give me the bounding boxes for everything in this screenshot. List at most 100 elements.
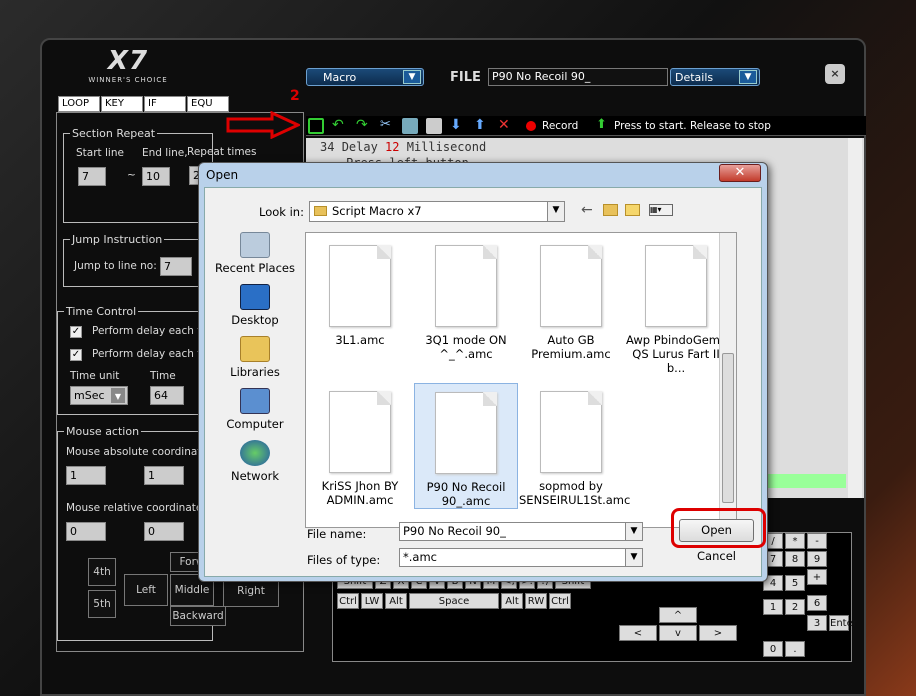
- key-ctrl[interactable]: Ctrl: [549, 593, 571, 609]
- numpad-key[interactable]: 3: [807, 615, 827, 631]
- tab-equ[interactable]: EQU: [187, 96, 229, 112]
- file-item-selected[interactable]: P90 No Recoil 90_.amc: [414, 383, 518, 509]
- chevron-down-icon: ▼: [403, 70, 421, 84]
- tab-if[interactable]: IF: [144, 96, 186, 112]
- document-icon: [435, 392, 497, 474]
- chevron-down-icon: ▼: [739, 70, 757, 84]
- back-icon[interactable]: ←: [581, 202, 593, 218]
- time-unit-select[interactable]: mSec ▼: [70, 386, 128, 405]
- jump-to-line-label: Jump to line no:: [74, 260, 157, 272]
- red-arrow-annotation: [226, 111, 300, 139]
- start-line-input[interactable]: 7: [78, 167, 106, 186]
- file-item-label: 3Q1 mode ON ^_^.amc: [425, 333, 507, 361]
- undo-icon[interactable]: ↶: [332, 118, 348, 134]
- arrow-key[interactable]: ^: [659, 607, 697, 623]
- place-desktop[interactable]: Desktop: [209, 284, 301, 327]
- details-combo[interactable]: Details ▼: [670, 68, 760, 86]
- numpad-key[interactable]: 6: [807, 595, 827, 611]
- place-libraries[interactable]: Libraries: [209, 336, 301, 379]
- mouse-backward-button[interactable]: Backward: [170, 606, 226, 626]
- numpad-key[interactable]: -: [807, 533, 827, 549]
- logo-sub: WINNER'S CHOICE: [88, 76, 168, 84]
- numpad-key[interactable]: 2: [785, 599, 805, 615]
- arrow-key[interactable]: <: [619, 625, 657, 641]
- mouse-4th-button[interactable]: 4th: [88, 558, 116, 586]
- cancel-button[interactable]: Cancel: [679, 545, 754, 568]
- numpad-key[interactable]: 5: [785, 575, 805, 591]
- folder-icon: [314, 206, 327, 216]
- file-item[interactable]: Auto GB Premium.amc: [519, 237, 623, 363]
- place-recent-places[interactable]: Recent Places: [209, 232, 301, 275]
- perform-delay-checkbox-2[interactable]: ✓: [70, 349, 82, 361]
- rel-y-input[interactable]: 0: [144, 522, 184, 541]
- perform-delay-checkbox-1[interactable]: ✓: [70, 326, 82, 338]
- jump-to-line-input[interactable]: 7: [160, 257, 192, 276]
- record-label[interactable]: Record: [542, 120, 578, 132]
- numpad-key[interactable]: 9: [807, 551, 827, 567]
- place-computer[interactable]: Computer: [209, 388, 301, 431]
- numpad-key[interactable]: 0: [763, 641, 783, 657]
- file-item[interactable]: sopmod by SENSEIRUL1St.amc: [519, 383, 630, 509]
- mode-combo[interactable]: Macro ▼: [306, 68, 424, 86]
- file-item[interactable]: 3Q1 mode ON ^_^.amc: [414, 237, 518, 363]
- tab-bar: LOOP KEY IF EQU: [58, 96, 230, 112]
- place-label: Network: [230, 469, 280, 483]
- numpad-key[interactable]: 1: [763, 599, 783, 615]
- macro-toolbar: ↶ ↷ ✂ ⬇ ⬆ ✕ Record ⬆ Press to start. Rel…: [306, 116, 866, 136]
- arrow-key[interactable]: >: [699, 625, 737, 641]
- file-item[interactable]: KriSS Jhon BY ADMIN.amc: [308, 383, 412, 509]
- file-item-label: Auto GB Premium.amc: [531, 333, 611, 361]
- abs-x-input[interactable]: 1: [66, 466, 106, 485]
- copy-icon[interactable]: [402, 118, 418, 134]
- key-alt[interactable]: Alt: [385, 593, 407, 609]
- time-unit-value: mSec: [74, 389, 105, 402]
- look-in-value: Script Macro x7: [332, 204, 422, 218]
- cut-icon[interactable]: ✂: [380, 118, 396, 134]
- key-rw[interactable]: RW: [525, 593, 547, 609]
- file-name-input[interactable]: P90 No Recoil 90_ ▼: [399, 522, 643, 541]
- up-folder-icon[interactable]: [603, 204, 618, 216]
- arrow-key[interactable]: v: [659, 625, 697, 641]
- tab-loop[interactable]: LOOP: [58, 96, 100, 112]
- time-input[interactable]: 64: [150, 386, 184, 405]
- mouse-5th-button[interactable]: 5th: [88, 590, 116, 618]
- file-item[interactable]: 3L1.amc: [308, 237, 412, 363]
- repeat-times-label: Repeat times: [187, 146, 257, 158]
- key-alt[interactable]: Alt: [501, 593, 523, 609]
- key-space[interactable]: Space: [409, 593, 499, 609]
- numpad-key[interactable]: +: [807, 569, 827, 585]
- document-icon: [329, 245, 391, 327]
- files-of-type-select[interactable]: *.amc ▼: [399, 548, 643, 567]
- place-network[interactable]: Network: [209, 440, 301, 483]
- file-item[interactable]: Awp PbindoGems QS Lurus Fart II b...: [624, 237, 728, 375]
- file-name-field[interactable]: P90 No Recoil 90_: [488, 68, 668, 86]
- save-icon[interactable]: [308, 118, 324, 134]
- end-line-input[interactable]: 10: [142, 167, 170, 186]
- file-list-scrollbar[interactable]: [719, 233, 736, 527]
- close-button[interactable]: ×: [825, 64, 845, 84]
- dialog-close-button[interactable]: ✕: [719, 164, 761, 182]
- numpad-key[interactable]: 8: [785, 551, 805, 567]
- perform-delay-label-2: Perform delay each tim: [92, 348, 215, 360]
- rel-x-input[interactable]: 0: [66, 522, 106, 541]
- key-ctrl[interactable]: Ctrl: [337, 593, 359, 609]
- key-lw[interactable]: LW: [361, 593, 383, 609]
- press-release-icon[interactable]: ⬆: [596, 118, 612, 134]
- record-icon[interactable]: [526, 121, 536, 131]
- move-up-icon[interactable]: ⬆: [474, 118, 490, 134]
- view-menu-icon[interactable]: ▦▾: [649, 204, 673, 216]
- editor-scrollbar[interactable]: [848, 138, 862, 498]
- numpad-key[interactable]: Enter: [829, 615, 857, 631]
- tab-key[interactable]: KEY: [101, 96, 143, 112]
- abs-y-input[interactable]: 1: [144, 466, 184, 485]
- new-folder-icon[interactable]: [625, 204, 640, 216]
- delete-icon[interactable]: ✕: [498, 118, 514, 134]
- redo-icon[interactable]: ↷: [356, 118, 372, 134]
- look-in-combo[interactable]: Script Macro x7 ▼: [309, 201, 565, 222]
- mouse-left-button[interactable]: Left: [124, 574, 168, 606]
- paste-icon[interactable]: [426, 118, 442, 134]
- scrollbar-thumb[interactable]: [722, 353, 734, 503]
- numpad-key[interactable]: *: [785, 533, 805, 549]
- move-down-icon[interactable]: ⬇: [450, 118, 466, 134]
- numpad-key[interactable]: .: [785, 641, 805, 657]
